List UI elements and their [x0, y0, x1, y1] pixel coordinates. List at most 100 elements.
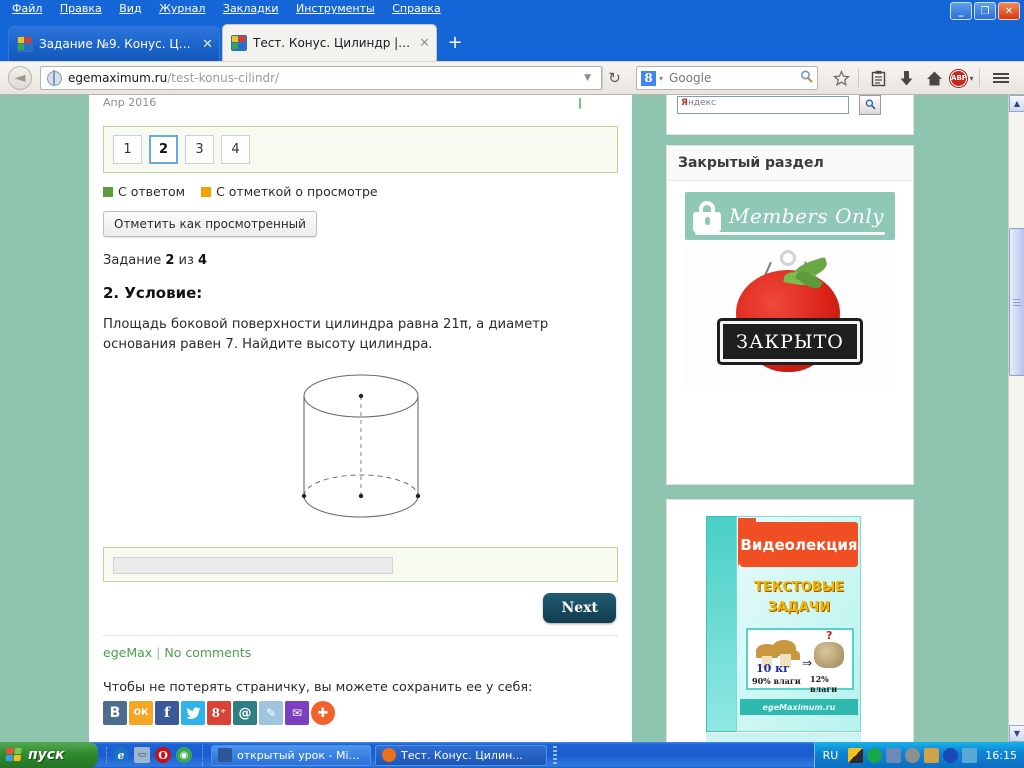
chevron-down-icon[interactable]: ▾ [659, 74, 663, 83]
shield-tray-icon[interactable] [962, 747, 978, 763]
tab-close-icon[interactable]: ✕ [419, 36, 430, 51]
network-disconnected-tray-icon[interactable] [886, 747, 902, 763]
bookmark-star-icon[interactable] [828, 65, 854, 91]
menu-item-tools[interactable]: Инструменты [289, 0, 382, 18]
tab-close-icon[interactable]: ✕ [202, 37, 213, 52]
menu-icon[interactable] [988, 65, 1014, 91]
new-tab-button[interactable]: + [444, 33, 466, 55]
task-counter-current: 2 [165, 253, 175, 268]
answered-legend-label: С ответом [118, 184, 186, 199]
wireless-tray-icon[interactable] [943, 747, 959, 763]
search-input[interactable]: Google [669, 71, 711, 85]
minimize-button[interactable]: _ [950, 2, 972, 20]
taskbar-grip[interactable] [553, 746, 557, 764]
gplus-glyph: 8⁺ [211, 706, 227, 720]
toolbar-divider [858, 69, 859, 87]
desktop-glyph: ▭ [137, 750, 147, 760]
ie-glyph: e [117, 748, 125, 762]
box-reflection [706, 733, 861, 742]
firefox-icon [382, 748, 396, 762]
pager-page-2[interactable]: 2 [149, 135, 178, 164]
mark-viewed-label: Отметить как просмотренный [114, 217, 306, 231]
search-icon[interactable] [800, 69, 813, 87]
mark-viewed-button[interactable]: Отметить как просмотренный [103, 211, 317, 237]
video-lecture-ad-widget[interactable]: ПОДГОТОВКА К ЕГЭ ПО МАТЕМАТИКЕ Видеолекц… [666, 499, 914, 742]
closed-strawberry-image[interactable]: ЗАКРЫТО [684, 244, 896, 389]
address-bar[interactable]: egemaximum.ru/test-konus-cilindr/ ▼ [40, 66, 602, 90]
answered-swatch-icon [103, 186, 113, 197]
googleplus-share-icon[interactable]: 8⁺ [207, 701, 231, 725]
start-button[interactable]: пуск [0, 742, 98, 768]
reader-icon[interactable] [865, 65, 891, 91]
email-share-icon[interactable]: ✉ [285, 701, 309, 725]
close-button[interactable]: ✕ [998, 2, 1020, 20]
tab-zadanie-9[interactable]: Задание №9. Конус. Цилин... ✕ [8, 26, 220, 61]
pager-page-1[interactable]: 1 [113, 135, 142, 164]
menu-item-bookmarks[interactable]: Закладки [216, 0, 286, 18]
more-share-icon[interactable]: ✚ [311, 701, 335, 725]
ad-after-label: 12% влаги [810, 674, 838, 694]
pager-page-4[interactable]: 4 [221, 135, 250, 164]
yandex-search-button[interactable] [859, 95, 882, 115]
folder-tray-icon[interactable] [924, 747, 940, 763]
yandex-search-input[interactable]: Яндекс [677, 95, 849, 114]
members-only-banner[interactable]: Members Only [685, 192, 895, 240]
adblock-icon[interactable]: ABP ▾ [949, 65, 975, 91]
menu-item-file[interactable]: Файл [5, 0, 49, 18]
antivirus-tray-icon[interactable] [848, 747, 864, 763]
mailru-share-icon[interactable]: @ [233, 701, 257, 725]
start-label: пуск [28, 747, 65, 763]
opera-quicklaunch-icon[interactable]: O [155, 747, 171, 763]
viewed-swatch-icon [201, 186, 212, 197]
url-host: egemaximum.ru [68, 71, 168, 85]
next-button[interactable]: Next [543, 593, 616, 623]
menu-item-help[interactable]: Справка [385, 0, 447, 18]
system-tray: RU 16:15 [813, 742, 1024, 768]
reload-button[interactable]: ↻ [602, 66, 626, 90]
menu-item-view[interactable]: Вид [112, 0, 148, 18]
ie-quicklaunch-icon[interactable]: e [113, 747, 129, 763]
chrome-quicklaunch-icon[interactable]: ◉ [176, 747, 192, 763]
menu-item-edit[interactable]: Правка [53, 0, 109, 18]
adblock-badge: ABP [950, 69, 968, 87]
taskbar-window-word[interactable]: открытый урок - Mic... [211, 744, 371, 766]
hamburger-glyph [993, 71, 1009, 85]
page-scrollbar[interactable]: ▲ ▼ [1008, 95, 1024, 742]
livejournal-share-icon[interactable]: ✎ [259, 701, 283, 725]
scroll-down-button[interactable]: ▼ [1009, 725, 1024, 742]
figure-wrapper [103, 373, 618, 523]
vk-share-icon[interactable]: В [103, 701, 127, 725]
search-bar[interactable]: 8 ▾ Google [636, 66, 818, 90]
downloads-icon[interactable] [893, 65, 919, 91]
volume-tray-icon[interactable] [905, 747, 921, 763]
network-tray-icon[interactable] [867, 747, 883, 763]
post-comments-link[interactable]: No comments [164, 645, 251, 660]
taskbar-window-firefox[interactable]: Тест. Конус. Цилин... [375, 744, 547, 766]
home-icon[interactable] [921, 65, 947, 91]
back-button[interactable]: ◄ [8, 66, 32, 90]
mailru-glyph: @ [238, 705, 252, 721]
scrollbar-thumb[interactable] [1009, 228, 1024, 376]
answer-input[interactable] [113, 557, 393, 574]
dried-mushroom-graphic [814, 642, 844, 668]
maximize-button[interactable]: ❐ [974, 2, 996, 20]
odnoklassniki-share-icon[interactable]: ОК [129, 701, 153, 725]
task-counter: Задание 2 из 4 [103, 253, 618, 268]
magnifier-icon [865, 99, 876, 110]
twitter-share-icon[interactable] [181, 701, 205, 725]
language-indicator[interactable]: RU [823, 749, 839, 762]
show-desktop-icon[interactable]: ▭ [134, 747, 150, 763]
ege-favicon-icon [231, 35, 247, 51]
chevron-down-icon[interactable]: ▼ [584, 73, 591, 83]
taskbar-clock[interactable]: 16:15 [985, 749, 1017, 762]
closed-section-body: Members Only ЗАКРЫТО [667, 181, 913, 400]
tab-test-konus-cilindr[interactable]: Тест. Конус. Цилиндр | Под... ✕ [222, 24, 437, 61]
ad-footer: egeMaximum.ru [740, 699, 858, 715]
facebook-share-icon[interactable]: f [155, 701, 179, 725]
menu-item-history[interactable]: Журнал [152, 0, 212, 18]
post-author-link[interactable]: egeMax [103, 645, 152, 660]
chevron-down-icon[interactable]: ▾ [969, 74, 973, 83]
scroll-up-button[interactable]: ▲ [1009, 95, 1024, 112]
pager-page-3[interactable]: 3 [185, 135, 214, 164]
banner-underline [695, 232, 885, 235]
